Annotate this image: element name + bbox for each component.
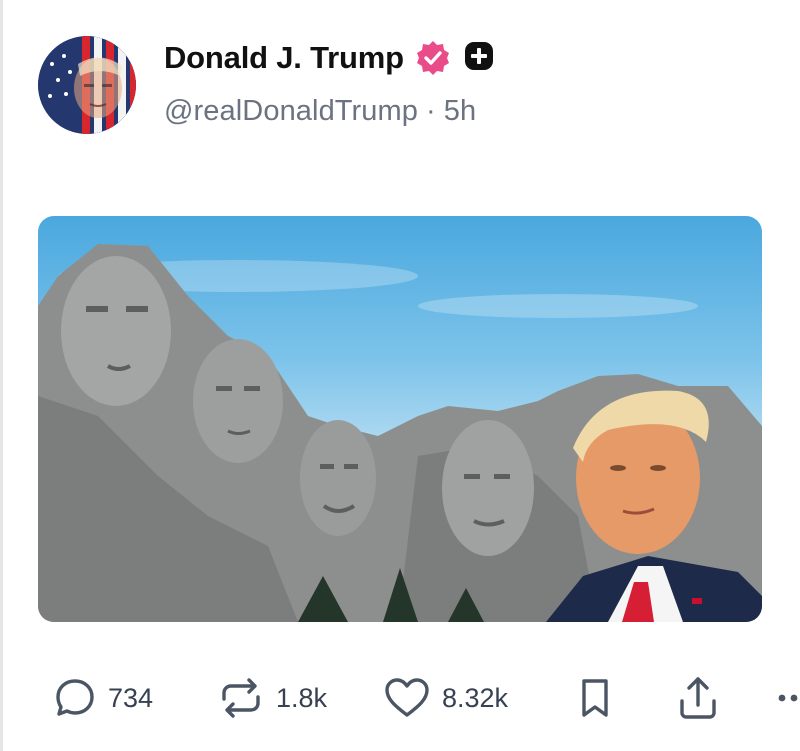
author-display-name[interactable]: Donald J. Trump: [164, 40, 404, 76]
share-button[interactable]: [676, 668, 720, 728]
like-button[interactable]: 8.32k: [382, 668, 508, 728]
author-meta: @realDonaldTrump · 5h: [164, 95, 476, 128]
more-dots-icon: [778, 694, 798, 702]
like-count: 8.32k: [442, 682, 509, 713]
reply-button[interactable]: 734: [52, 668, 153, 728]
share-icon: [680, 677, 716, 719]
author-handle[interactable]: @realDonaldTrump: [164, 95, 418, 127]
bookmark-button[interactable]: [574, 668, 616, 728]
avatar-image: [38, 36, 136, 134]
post-actions-bar: 734 1.8k 8.32k: [0, 668, 800, 732]
repost-button[interactable]: 1.8k: [216, 668, 327, 728]
repost-icon: [222, 678, 260, 718]
more-button[interactable]: [776, 668, 800, 728]
reply-count: 734: [108, 682, 154, 713]
meta-separator: ·: [426, 95, 436, 127]
mount-rushmore-illustration: [38, 244, 762, 622]
reply-icon: [56, 679, 94, 716]
heart-icon: [385, 678, 429, 717]
post-image[interactable]: [38, 216, 762, 622]
verified-check-icon: [414, 39, 452, 77]
post-timestamp[interactable]: 5h: [444, 95, 476, 127]
repost-count: 1.8k: [276, 682, 328, 713]
left-edge-divider: [0, 0, 3, 751]
bookmark-icon: [582, 679, 608, 717]
plus-badge-icon: [462, 39, 500, 77]
avatar[interactable]: [38, 36, 136, 134]
author-name-row: Donald J. Trump: [164, 38, 500, 78]
